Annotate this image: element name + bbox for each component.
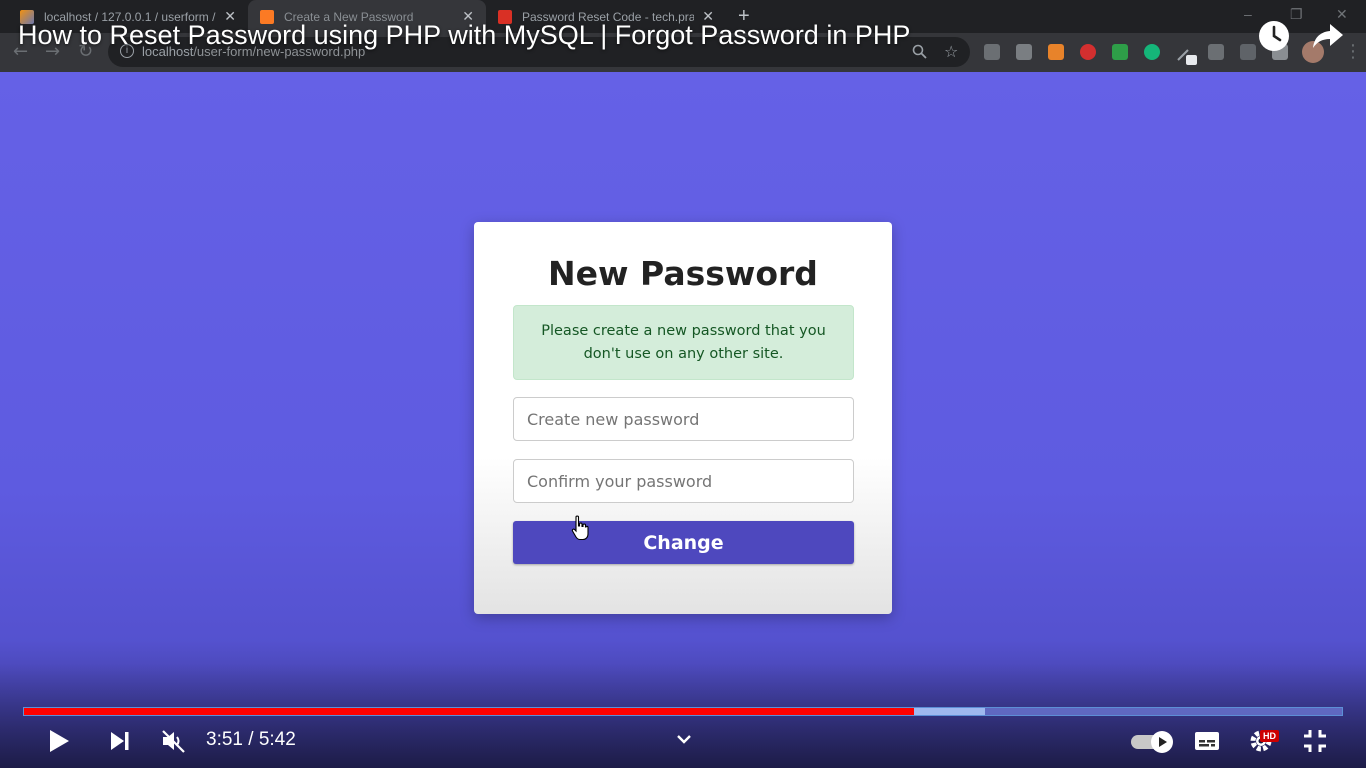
video-progress-bar[interactable]	[23, 707, 1343, 716]
shield-icon[interactable]	[1208, 44, 1224, 60]
hd-badge: HD	[1260, 730, 1279, 742]
subtitles-icon[interactable]	[1194, 731, 1220, 755]
new-password-input[interactable]	[513, 397, 854, 441]
change-button[interactable]: Change	[513, 521, 854, 564]
new-password-card: New Password Please create a new passwor…	[474, 222, 892, 614]
close-window-button[interactable]: ✕	[1336, 6, 1348, 23]
extension-icon[interactable]	[984, 44, 1000, 60]
hand-cursor-icon	[571, 515, 589, 545]
confirm-password-input[interactable]	[513, 459, 854, 503]
grammarly-icon[interactable]	[1144, 44, 1160, 60]
time-display: 3:51 / 5:42	[206, 729, 296, 750]
autoplay-toggle[interactable]	[1130, 730, 1176, 758]
zoom-icon[interactable]	[912, 44, 927, 63]
menu-kebab-icon[interactable]: ⋮	[1344, 41, 1362, 62]
played-bar	[24, 708, 914, 715]
extension-icon[interactable]	[1048, 44, 1064, 60]
play-icon[interactable]	[47, 729, 71, 757]
extension-icon[interactable]	[1080, 44, 1096, 60]
video-title[interactable]: How to Reset Password using PHP with MyS…	[18, 20, 910, 51]
restore-button[interactable]: ❐	[1290, 6, 1303, 23]
watch-later-clock-icon[interactable]	[1258, 20, 1290, 56]
minimize-button[interactable]: –	[1244, 6, 1252, 22]
next-icon[interactable]	[109, 731, 131, 755]
exit-fullscreen-icon[interactable]	[1303, 729, 1327, 757]
info-alert: Please create a new password that you do…	[513, 305, 854, 380]
mute-icon[interactable]	[160, 728, 186, 758]
extension-icon[interactable]	[1240, 44, 1256, 60]
chevron-down-icon[interactable]	[676, 730, 692, 749]
extension-icon[interactable]	[1176, 44, 1197, 65]
form-title: New Password	[548, 254, 818, 293]
extension-icon[interactable]	[1016, 44, 1032, 60]
share-arrow-icon[interactable]	[1312, 22, 1344, 54]
extension-icon[interactable]	[1112, 44, 1128, 60]
bookmark-star-icon[interactable]: ☆	[944, 42, 958, 61]
